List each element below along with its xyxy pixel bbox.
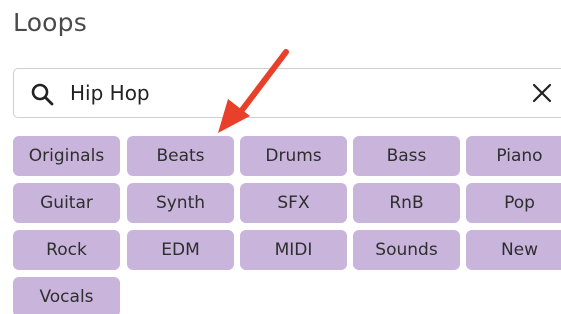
category-chip-drums[interactable]: Drums <box>240 136 347 176</box>
search-input[interactable] <box>70 79 500 107</box>
category-chip-piano[interactable]: Piano <box>466 136 561 176</box>
search-bar[interactable] <box>13 68 561 118</box>
category-chip-synth[interactable]: Synth <box>127 183 234 223</box>
category-chip-bass[interactable]: Bass <box>353 136 460 176</box>
close-icon[interactable] <box>532 83 552 103</box>
category-chip-sounds[interactable]: Sounds <box>353 230 460 270</box>
category-chip-vocals[interactable]: Vocals <box>13 277 120 314</box>
panel-title: Loops <box>13 8 87 37</box>
loops-panel: Loops Originals Beats Drums Bass Piano G… <box>0 0 561 314</box>
category-chip-rnb[interactable]: RnB <box>353 183 460 223</box>
category-chip-beats[interactable]: Beats <box>127 136 234 176</box>
category-chip-originals[interactable]: Originals <box>13 136 120 176</box>
category-chip-midi[interactable]: MIDI <box>240 230 347 270</box>
category-chip-pop[interactable]: Pop <box>466 183 561 223</box>
category-chip-edm[interactable]: EDM <box>127 230 234 270</box>
category-chip-guitar[interactable]: Guitar <box>13 183 120 223</box>
category-chip-rock[interactable]: Rock <box>13 230 120 270</box>
search-icon <box>31 83 54 106</box>
category-chip-new[interactable]: New <box>466 230 561 270</box>
category-chip-sfx[interactable]: SFX <box>240 183 347 223</box>
